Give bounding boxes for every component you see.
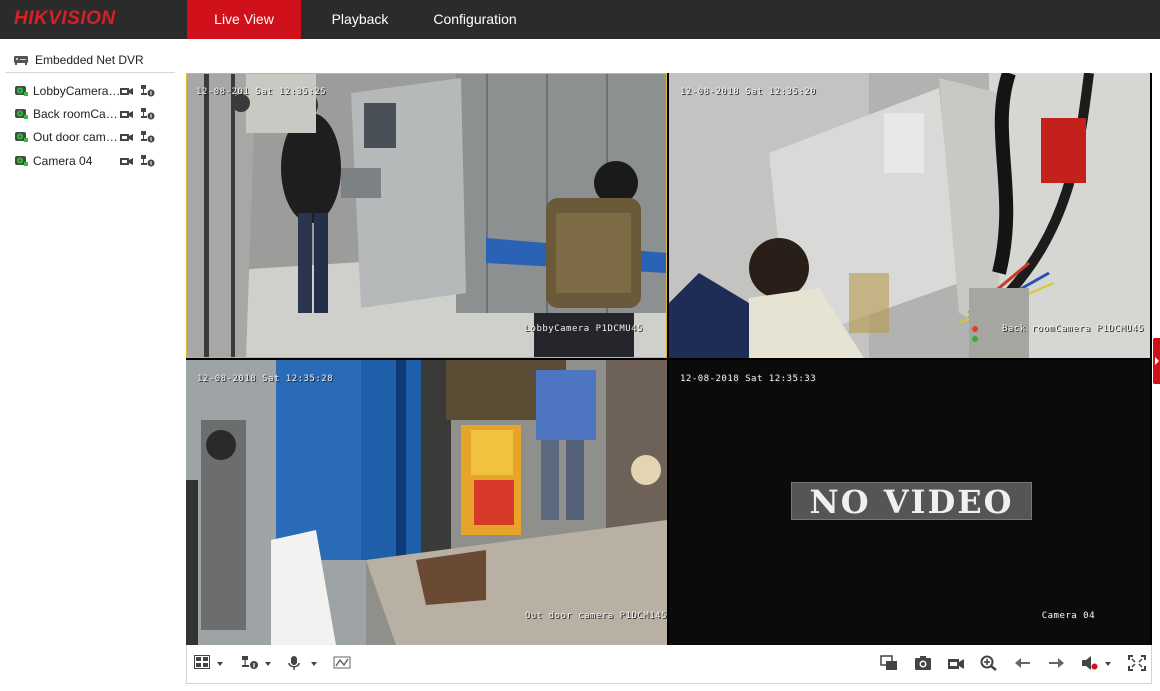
snapshot-icon[interactable]	[914, 655, 932, 671]
camera-label: Out door camera P1DCMU45	[33, 130, 121, 144]
video-pane-1[interactable]: 12-08-201 Sat 12:35:25 LobbyCamera P1DCM…	[186, 73, 667, 358]
camera-label: Back roomCamera P1DCMU45	[33, 107, 121, 121]
pane-camera-name: Camera 04	[1041, 611, 1095, 621]
device-sidebar: Embedded Net DVR LobbyCamera P1DCMU45 Ba…	[0, 39, 176, 691]
lobby-video-frame	[186, 73, 667, 358]
camera-online-icon	[15, 131, 29, 143]
digital-zoom-icon[interactable]	[980, 655, 998, 671]
video-pane-2[interactable]: 12-08-2018 Sat 12:35:20 Back roomCamera …	[669, 73, 1150, 358]
pane-camera-name: Back roomCamera P1DCMU45	[1001, 324, 1144, 334]
tab-live-view[interactable]: Live View	[187, 0, 301, 39]
video-pane-3[interactable]: 12-08-2018 Sat 12:35:28 Out door camera …	[186, 360, 667, 645]
sidebar-item-camera-4[interactable]: Camera 04	[15, 152, 155, 170]
fullscreen-icon[interactable]	[1128, 655, 1146, 671]
chevron-down-icon[interactable]	[311, 662, 317, 666]
stream-type-icon[interactable]	[241, 655, 259, 671]
record-icon[interactable]	[119, 154, 134, 168]
device-label: Embedded Net DVR	[35, 53, 144, 67]
sidebar-item-camera-3[interactable]: Out door camera P1DCMU45	[15, 128, 155, 146]
ptz-icon[interactable]	[140, 107, 155, 121]
out-door-video-frame	[186, 360, 667, 645]
pane-timestamp: 12-08-2018 Sat 12:35:28	[197, 374, 334, 384]
video-pane-4[interactable]: 12-08-2018 Sat 12:35:33 NO VIDEO Camera …	[669, 360, 1150, 645]
stop-all-icon[interactable]	[333, 655, 351, 671]
record-icon[interactable]	[119, 84, 134, 98]
pane-timestamp: 12-08-2018 Sat 12:35:33	[680, 374, 817, 384]
window-layout-icon[interactable]	[194, 655, 212, 671]
sidebar-divider	[5, 72, 175, 73]
previous-page-icon[interactable]	[1014, 655, 1032, 671]
pane-timestamp: 12-08-2018 Sat 12:35:20	[680, 87, 817, 97]
capture-all-icon[interactable]	[880, 655, 898, 671]
main-nav: Live View Playback Configuration	[187, 0, 531, 39]
hikvision-logo: HIKVISION	[14, 8, 116, 29]
record-icon[interactable]	[119, 130, 134, 144]
chevron-down-icon[interactable]	[265, 662, 271, 666]
live-view-toolbar	[186, 645, 1152, 684]
top-bar: HIKVISION Live View Playback Configurati…	[0, 0, 1160, 39]
camera-online-icon	[15, 85, 29, 97]
tab-playback[interactable]: Playback	[301, 0, 419, 39]
record-icon[interactable]	[119, 107, 134, 121]
pane-camera-name: Out door camera P1DCM145	[524, 611, 667, 621]
chevron-down-icon[interactable]	[217, 662, 223, 666]
ptz-icon[interactable]	[140, 154, 155, 168]
volume-icon[interactable]	[1081, 655, 1099, 671]
record-all-icon[interactable]	[947, 655, 965, 671]
camera-online-icon	[15, 108, 29, 120]
ptz-icon[interactable]	[140, 130, 155, 144]
next-page-icon[interactable]	[1047, 655, 1065, 671]
expand-panel-tab[interactable]	[1153, 338, 1160, 384]
chevron-down-icon[interactable]	[1105, 662, 1111, 666]
device-row[interactable]: Embedded Net DVR	[13, 53, 144, 67]
dvr-icon	[13, 55, 29, 66]
camera-label: LobbyCamera P1DCMU45	[33, 84, 121, 98]
camera-online-icon	[15, 155, 29, 167]
live-view-grid: 12-08-201 Sat 12:35:25 LobbyCamera P1DCM…	[186, 73, 1152, 645]
sidebar-item-camera-2[interactable]: Back roomCamera P1DCMU45	[15, 105, 155, 123]
back-room-video-frame	[669, 73, 1150, 358]
audio-talk-icon[interactable]	[287, 655, 305, 671]
sidebar-item-camera-1[interactable]: LobbyCamera P1DCMU45	[15, 82, 155, 100]
pane-timestamp: 12-08-201 Sat 12:35:25	[196, 87, 327, 97]
tab-configuration[interactable]: Configuration	[419, 0, 531, 39]
no-video-label: NO VIDEO	[791, 482, 1032, 521]
ptz-icon[interactable]	[140, 84, 155, 98]
pane-camera-name: LobbyCamera P1DCMU45	[524, 324, 643, 334]
camera-label: Camera 04	[33, 154, 93, 168]
